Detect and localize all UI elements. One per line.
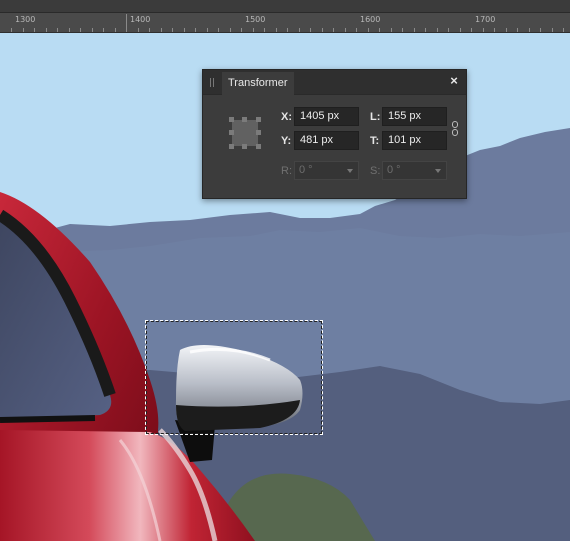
ruler-minor-tick — [402, 28, 403, 32]
rotation-label: R: — [281, 165, 292, 177]
x-label: X: — [281, 111, 292, 123]
y-position-field[interactable]: 481 px — [294, 131, 359, 150]
ruler-minor-tick — [425, 28, 426, 32]
ruler-minor-tick — [494, 28, 495, 32]
top-bar — [0, 0, 570, 13]
ruler-minor-tick — [230, 28, 231, 32]
ruler-label: 1500 — [245, 15, 266, 24]
panel-header[interactable]: Transformer × — [203, 70, 466, 95]
shear-label: S: — [370, 165, 381, 177]
ruler-minor-tick — [207, 28, 208, 32]
ruler-minor-tick — [333, 28, 334, 32]
ruler-minor-tick — [310, 28, 311, 32]
ruler-label: 1600 — [360, 15, 381, 24]
ruler-minor-tick — [563, 28, 564, 32]
link-icon[interactable] — [452, 121, 460, 137]
ruler-minor-tick — [46, 28, 47, 32]
y-label: Y: — [281, 135, 292, 147]
ruler-minor-tick — [195, 28, 196, 32]
ruler-minor-tick — [448, 28, 449, 32]
ruler-minor-tick — [345, 28, 346, 32]
ruler-minor-tick — [287, 28, 288, 32]
ruler-minor-tick — [506, 28, 507, 32]
ruler-label: 1700 — [475, 15, 496, 24]
chevron-down-icon — [435, 169, 441, 173]
ruler-minor-tick — [322, 28, 323, 32]
ruler-minor-tick — [460, 28, 461, 32]
ruler-minor-tick — [161, 28, 162, 32]
ruler-minor-tick — [264, 28, 265, 32]
ruler-minor-tick — [471, 28, 472, 32]
ruler-minor-tick — [529, 28, 530, 32]
ruler-minor-tick — [103, 28, 104, 32]
ruler-minor-tick — [80, 28, 81, 32]
ruler-minor-tick — [276, 28, 277, 32]
width-field[interactable]: 155 px — [382, 107, 447, 126]
ruler-minor-tick — [126, 28, 127, 32]
ruler-minor-tick — [241, 28, 242, 32]
ruler-minor-tick — [57, 28, 58, 32]
close-icon[interactable]: × — [447, 74, 461, 88]
ruler-minor-tick — [184, 28, 185, 32]
ruler-minor-tick — [218, 28, 219, 32]
x-position-field[interactable]: 1405 px — [294, 107, 359, 126]
ruler-minor-tick — [115, 28, 116, 32]
ruler-minor-tick — [368, 28, 369, 32]
ruler-minor-tick — [138, 28, 139, 32]
ruler-minor-tick — [34, 28, 35, 32]
grip-icon[interactable] — [210, 78, 214, 87]
height-label: T: — [370, 135, 380, 147]
transformer-panel: Transformer × X: 1405 px Y: 481 px L: 15… — [202, 69, 467, 199]
ruler-minor-tick — [552, 28, 553, 32]
rotation-value: 0 ° — [299, 164, 313, 176]
ruler-minor-tick — [299, 28, 300, 32]
ruler-minor-tick — [23, 28, 24, 32]
shear-value: 0 ° — [387, 164, 401, 176]
ruler-minor-tick — [540, 28, 541, 32]
ruler-minor-tick — [11, 28, 12, 32]
tab-transformer[interactable]: Transformer — [222, 72, 294, 95]
height-field[interactable]: 101 px — [382, 131, 447, 150]
rotation-select[interactable]: 0 ° — [294, 161, 359, 180]
ruler-minor-tick — [172, 28, 173, 32]
shear-select[interactable]: 0 ° — [382, 161, 447, 180]
ruler-minor-tick — [356, 28, 357, 32]
ruler-minor-tick — [483, 28, 484, 32]
width-label: L: — [370, 111, 381, 123]
ruler-minor-tick — [437, 28, 438, 32]
ruler-minor-tick — [69, 28, 70, 32]
ruler-minor-tick — [414, 28, 415, 32]
horizontal-ruler[interactable]: 1300 1400 1500 1600 1700 — [0, 13, 570, 33]
ruler-minor-tick — [149, 28, 150, 32]
ruler-minor-tick — [379, 28, 380, 32]
ruler-label: 1300 — [15, 15, 36, 24]
ruler-minor-tick — [517, 28, 518, 32]
ruler-minor-tick — [92, 28, 93, 32]
ruler-minor-tick — [391, 28, 392, 32]
selection-bounding-box[interactable] — [145, 320, 323, 435]
anchor-icon[interactable] — [229, 117, 261, 149]
ruler-label: 1400 — [130, 15, 151, 24]
ruler-minor-tick — [253, 28, 254, 32]
chevron-down-icon — [347, 169, 353, 173]
